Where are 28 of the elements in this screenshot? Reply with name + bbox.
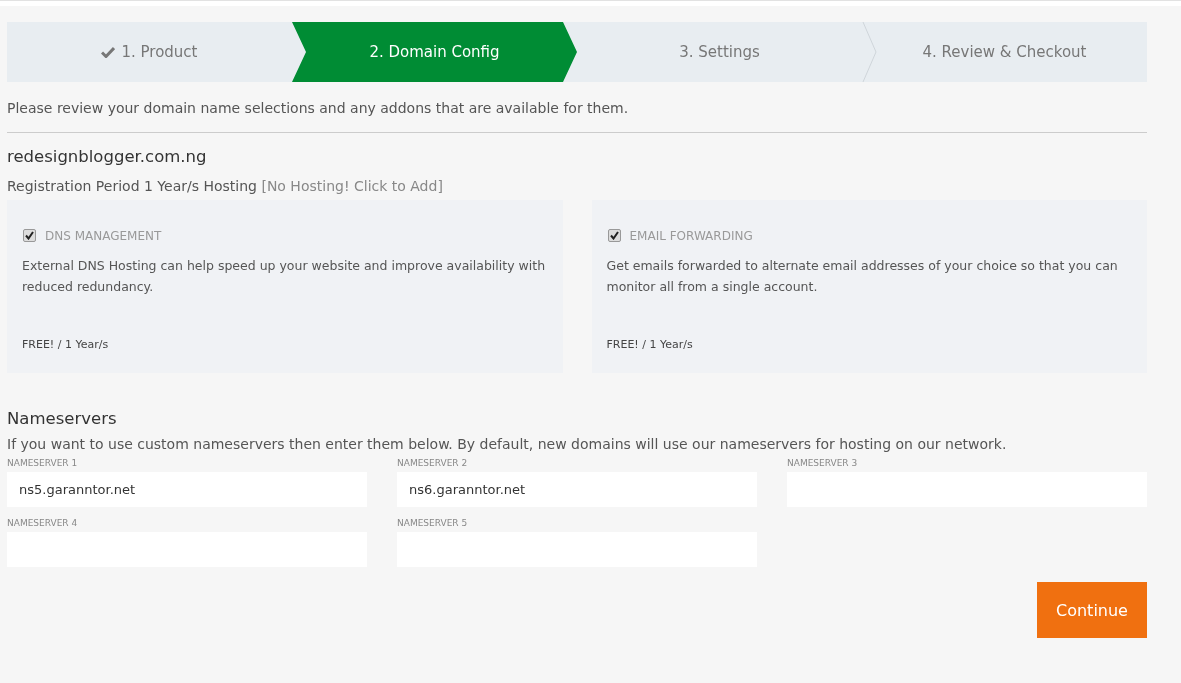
field-label: NAMESERVER 1 [7,458,79,468]
checkbox[interactable] [607,229,621,242]
step-tab[interactable]: 2. Domain Config [292,22,577,82]
check-icon [101,46,116,58]
addon-title: EMAIL FORWARDING [629,228,753,243]
field-label: NAMESERVER 4 [7,518,79,528]
addon-price: FREE! / 1 Year/s [606,338,694,351]
step-tab[interactable]: 4. Review & Checkout [862,22,1147,82]
addon-description: Get emails forwarded to alternate email addresses of your choice so that you can monitor all from a single account. [606,257,1119,296]
checkbox[interactable] [23,229,36,242]
step-tab[interactable]: 1. Product [7,22,292,82]
registration-text: Registration Period 1 Year/s Hosting [7,178,257,194]
nameservers-heading: Nameservers [7,409,118,428]
step-divider [862,22,878,82]
continue-button[interactable]: Continue [1037,582,1147,638]
addon-title: DNS MANAGEMENT [45,228,162,243]
field-label: NAMESERVER 5 [397,518,469,528]
step-tab[interactable]: 3. Settings [577,22,862,82]
addon-description: External DNS Hosting can help speed up your website and improve availability with reduced redundancy. [22,257,547,296]
nameserver-input[interactable]: ns5.garanntor.net [7,472,367,507]
domain-name: redesignblogger.com.ng [7,147,208,166]
addon-price: FREE! / 1 Year/s [22,338,110,351]
field-label: NAMESERVER 2 [397,458,469,468]
add-hosting-link[interactable]: [No Hosting! Click to Add] [261,178,443,194]
field-label: NAMESERVER 3 [787,458,859,468]
nameserver-input[interactable]: ns6.garanntor.net [397,472,757,507]
nameservers-description: If you want to use custom nameservers then enter them below. By default, new domains will use our nameservers for hosting on our network. [7,436,1008,452]
intro-text: Please review your domain name selections and any addons that are available for them. [7,100,630,116]
